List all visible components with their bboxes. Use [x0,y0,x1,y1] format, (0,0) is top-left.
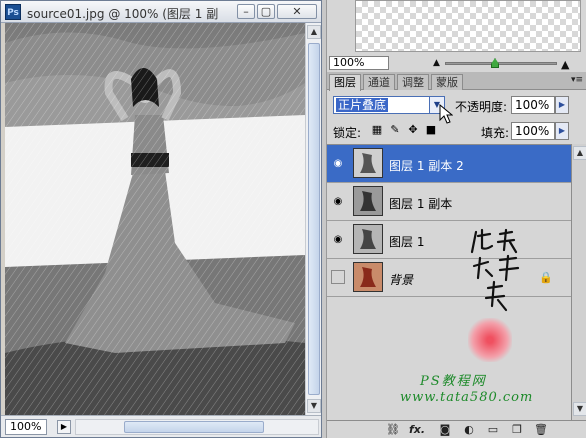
layer-row[interactable]: ◉ 图层 1 副本 2 [327,145,571,183]
navigator-panel: 100% ▲ ▲ [326,0,586,72]
eye-hidden-icon[interactable] [331,270,345,284]
layer-row[interactable]: ◉ 图层 1 副本 [327,183,571,221]
navigator-zoom-slider[interactable] [445,62,557,65]
panel-menu-icon[interactable]: ▾≡ [571,75,583,85]
watermark-site-url: www.tata580.com [400,390,534,405]
link-icon[interactable]: ⛓ [385,423,401,437]
zoom-field[interactable]: 100% [5,419,47,435]
layer-name[interactable]: 背景 [389,271,413,288]
layer-lock-icon: 🔒 [539,271,553,284]
adjustment-icon[interactable]: ◐ [461,423,477,437]
layer-thumbnail [353,148,383,178]
ps-logo-icon: Ps [5,4,21,20]
mouse-cursor-icon [439,104,453,124]
close-icon[interactable]: ✕ [277,4,317,19]
navigator-slider-knob[interactable] [491,58,499,68]
scroll-down-icon[interactable]: ▼ [573,402,586,416]
panel-tabs: 图层 通道 调整 蒙版 ▾≡ [327,72,586,91]
layer-thumbnail [353,186,383,216]
document-statusbar: 100% ▶ [1,415,321,437]
zoom-out-icon[interactable]: ▲ [433,58,440,68]
fx-icon[interactable]: fx. [409,423,425,437]
mask-icon[interactable]: ◙ [437,423,453,437]
layer-thumbnail [353,262,383,292]
layer-thumbnail [353,224,383,254]
tab-layers[interactable]: 图层 [329,74,361,91]
photoshop-workspace: Ps source01.jpg @ 100% (图层 1 副... – ▢ ✕ [0,0,586,438]
maximize-icon[interactable]: ▢ [257,4,275,19]
navigator-preview[interactable] [355,0,581,52]
new-layer-icon[interactable]: ❐ [509,423,525,437]
image-canvas[interactable] [5,23,305,415]
layer-list-scrollbar[interactable]: ▲ ▼ [571,144,586,420]
scroll-down-icon[interactable]: ▼ [307,399,321,413]
group-icon[interactable]: ▭ [485,423,501,437]
zoom-in-icon[interactable]: ▲ [561,58,569,71]
fill-label: 填充: [481,126,510,140]
tab-masks[interactable]: 蒙版 [431,74,463,90]
eye-icon[interactable]: ◉ [331,194,345,208]
navigator-zoom-field[interactable]: 100% [329,56,389,70]
trash-icon[interactable]: 🗑 [533,423,549,437]
vertical-scroll-thumb[interactable] [308,43,320,395]
document-titlebar[interactable]: Ps source01.jpg @ 100% (图层 1 副... – ▢ ✕ [1,1,321,23]
document-title: source01.jpg @ 100% (图层 1 副... [27,7,219,21]
layer-row[interactable]: 背景 🔒 [327,259,571,297]
blend-mode-value: 正片叠底 [336,98,389,112]
document-window: Ps source01.jpg @ 100% (图层 1 副... – ▢ ✕ [0,0,322,438]
watermark-site-name: PS教程网 [420,374,487,389]
horizontal-scrollbar[interactable] [75,419,319,435]
minimize-icon[interactable]: – [237,4,255,19]
tab-adjustments[interactable]: 调整 [397,74,429,90]
fill-slider-icon[interactable]: ▶ [555,122,569,140]
status-menu-icon[interactable]: ▶ [57,420,71,434]
lock-label: 锁定: [333,126,362,140]
layers-footer: ⛓ fx. ◙ ◐ ▭ ❐ 🗑 [327,420,586,438]
opacity-label: 不透明度: [455,100,508,114]
fill-field[interactable]: 100% [511,122,555,140]
opacity-field[interactable]: 100% [511,96,555,114]
tab-channels[interactable]: 通道 [363,74,395,90]
scroll-up-icon[interactable]: ▲ [573,146,586,160]
lock-transparency-icon[interactable]: ▦ [371,124,383,136]
eye-icon[interactable]: ◉ [331,156,345,170]
lock-position-move-icon[interactable]: ✥ [407,124,419,136]
vertical-scrollbar[interactable]: ▲ ▼ [305,23,321,415]
layer-name[interactable]: 图层 1 副本 2 [389,157,464,174]
layer-name[interactable]: 图层 1 副本 [389,195,452,212]
opacity-slider-icon[interactable]: ▶ [555,96,569,114]
eye-icon[interactable]: ◉ [331,232,345,246]
lock-all-icon[interactable]: ■ [425,124,437,136]
lock-pixels-brush-icon[interactable]: ✎ [389,124,401,136]
sketch-photo [5,23,305,415]
layer-name[interactable]: 图层 1 [389,233,424,250]
layer-row[interactable]: ◉ 图层 1 [327,221,571,259]
scroll-up-icon[interactable]: ▲ [307,25,321,39]
horizontal-scroll-thumb[interactable] [124,421,264,433]
